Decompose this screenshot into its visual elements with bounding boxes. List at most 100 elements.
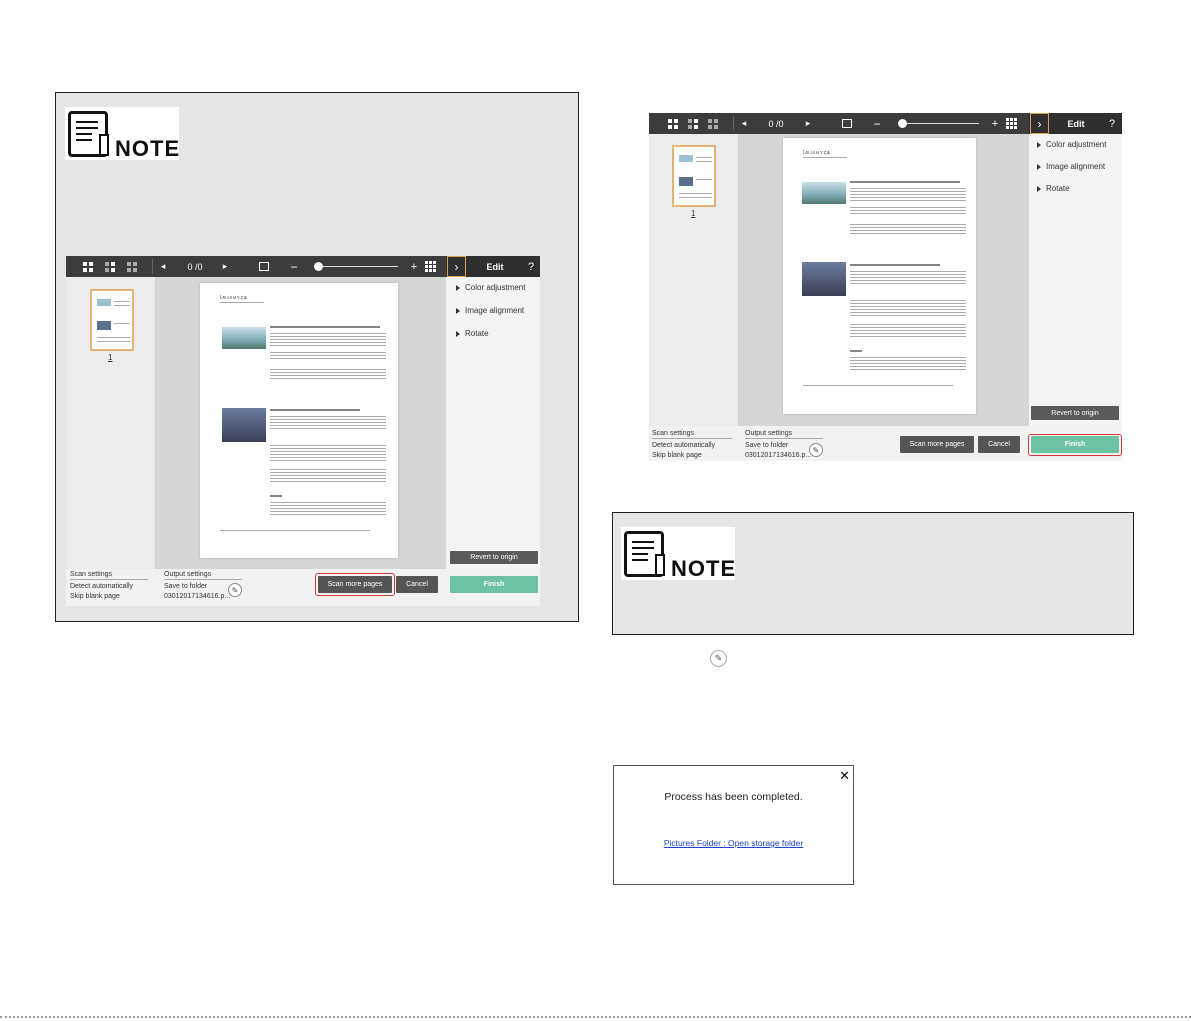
zoom-out-button[interactable]: − — [871, 113, 883, 134]
collapse-panel-button[interactable]: › — [447, 256, 466, 277]
menu-image-alignment[interactable]: Image alignment — [456, 306, 524, 315]
doc-text-line — [850, 264, 940, 266]
doc-text-line — [850, 312, 966, 313]
page-thumbnail[interactable] — [90, 289, 134, 351]
doc-text-line — [803, 385, 953, 386]
doc-text-line — [850, 360, 966, 361]
doc-text-line — [270, 372, 386, 373]
bottom-bar: Scan settings Detect automatically Skip … — [649, 426, 1122, 461]
close-icon[interactable]: ✕ — [839, 768, 850, 784]
doc-text-line — [270, 416, 386, 417]
cancel-button[interactable]: Cancel — [978, 436, 1020, 453]
menu-rotate[interactable]: Rotate — [1037, 184, 1070, 193]
page-thumbnail[interactable] — [672, 145, 716, 207]
view-medium-icon[interactable] — [102, 256, 118, 277]
document-page: ʇʍɹʌʉʏʐʑ — [783, 138, 976, 414]
zoom-slider-track[interactable] — [899, 123, 979, 124]
revert-to-origin-button[interactable]: Revert to origin — [1031, 406, 1119, 420]
menu-rotate[interactable]: Rotate — [456, 329, 489, 338]
view-small-icon[interactable] — [124, 256, 140, 277]
doc-text-line — [850, 271, 966, 272]
open-storage-folder-link[interactable]: Pictures Folder : Open storage folder — [614, 838, 853, 848]
doc-text-line — [850, 357, 966, 358]
detect-setting: Detect automatically — [70, 583, 134, 590]
revert-to-origin-button[interactable]: Revert to origin — [450, 551, 538, 564]
edit-title: Edit — [1067, 118, 1085, 129]
view-large-icon[interactable] — [80, 256, 96, 277]
next-page-button[interactable]: ▸ — [218, 256, 232, 277]
doc-text-line — [270, 358, 386, 359]
preview-canvas: ʇʍɹʌʉʏʐʑ — [739, 134, 1029, 426]
doc-text-line — [270, 478, 386, 479]
thumbnail-grid-icon[interactable] — [422, 256, 438, 277]
menu-image-alignment[interactable]: Image alignment — [1037, 162, 1105, 171]
doc-text-line — [850, 224, 966, 225]
doc-text-line — [270, 481, 386, 482]
doc-text-line — [270, 369, 386, 370]
doc-image-city — [802, 262, 846, 296]
doc-text-line — [850, 274, 966, 275]
doc-text-line — [270, 457, 386, 458]
doc-text-line — [850, 327, 966, 328]
zoom-in-button[interactable]: + — [989, 113, 1001, 134]
prev-page-button[interactable]: ◂ — [737, 113, 751, 134]
doc-text-line — [270, 469, 386, 470]
view-large-icon[interactable] — [665, 113, 681, 134]
document-page: ʇʍɹʌʉʏʐʑ — [200, 283, 398, 558]
output-filename: 03012017134616.p... — [164, 593, 231, 600]
doc-text-line — [270, 425, 386, 426]
doc-image-city — [222, 408, 266, 442]
doc-text-line — [850, 227, 966, 228]
help-icon[interactable]: ? — [1105, 113, 1119, 134]
edit-side-panel: Color adjustment Image alignment Rotate … — [446, 277, 540, 569]
save-to-folder: Save to folder — [164, 583, 208, 590]
edit-output-pencil-icon[interactable]: ✎ — [809, 443, 823, 457]
save-to-folder: Save to folder — [745, 442, 789, 449]
doc-text-line — [270, 326, 380, 328]
view-small-icon[interactable] — [705, 113, 721, 134]
menu-color-adjustment[interactable]: Color adjustment — [456, 283, 525, 292]
doc-text-line — [270, 375, 386, 376]
edit-output-pencil-icon[interactable]: ✎ — [228, 583, 242, 597]
doc-text-line — [850, 306, 966, 307]
view-medium-icon[interactable] — [685, 113, 701, 134]
doc-text-line — [850, 303, 966, 304]
doc-text-line — [270, 336, 386, 337]
zoom-in-button[interactable]: + — [408, 256, 420, 277]
page-counter: 0 /0 — [768, 118, 784, 129]
zoom-slider-knob[interactable] — [314, 262, 323, 271]
doc-text-line — [850, 324, 966, 325]
scan-more-pages-button[interactable]: Scan more pages — [900, 436, 974, 453]
doc-text-line — [850, 369, 966, 370]
doc-text-line — [850, 315, 966, 316]
scan-settings-label: Scan settings — [652, 430, 732, 439]
fit-page-icon[interactable] — [839, 113, 855, 134]
collapse-panel-button[interactable]: › — [1030, 113, 1049, 134]
doc-text-line — [270, 508, 386, 509]
doc-text-line — [850, 194, 966, 195]
skip-blank-setting: Skip blank page — [652, 452, 702, 459]
doc-text-line — [270, 422, 386, 423]
zoom-slider-knob[interactable] — [898, 119, 907, 128]
doc-text-line — [850, 330, 966, 331]
help-icon[interactable]: ? — [524, 256, 538, 277]
note-label: NOTE — [671, 556, 737, 581]
prev-page-button[interactable]: ◂ — [156, 256, 170, 277]
toolbar: ◂ 0 /0 ▸ − + › Edit ? — [649, 113, 1122, 134]
scan-settings-label: Scan settings — [70, 571, 148, 580]
menu-color-adjustment[interactable]: Color adjustment — [1037, 140, 1106, 149]
cancel-button[interactable]: Cancel — [396, 576, 438, 593]
output-settings-label: Output settings — [745, 430, 823, 439]
fit-page-icon[interactable] — [256, 256, 272, 277]
doc-text-line — [850, 210, 966, 211]
highlight-scan-more — [315, 573, 395, 596]
zoom-slider-track[interactable] — [314, 266, 398, 267]
completion-dialog: ✕ Process has been completed. Pictures F… — [613, 765, 854, 885]
finish-button[interactable]: Finish — [450, 576, 538, 593]
doc-text-line — [270, 454, 386, 455]
zoom-out-button[interactable]: − — [288, 256, 300, 277]
next-page-button[interactable]: ▸ — [801, 113, 815, 134]
doc-text-line — [850, 191, 966, 192]
thumbnail-grid-icon[interactable] — [1003, 113, 1019, 134]
thumbnail-number: 1 — [691, 209, 696, 218]
